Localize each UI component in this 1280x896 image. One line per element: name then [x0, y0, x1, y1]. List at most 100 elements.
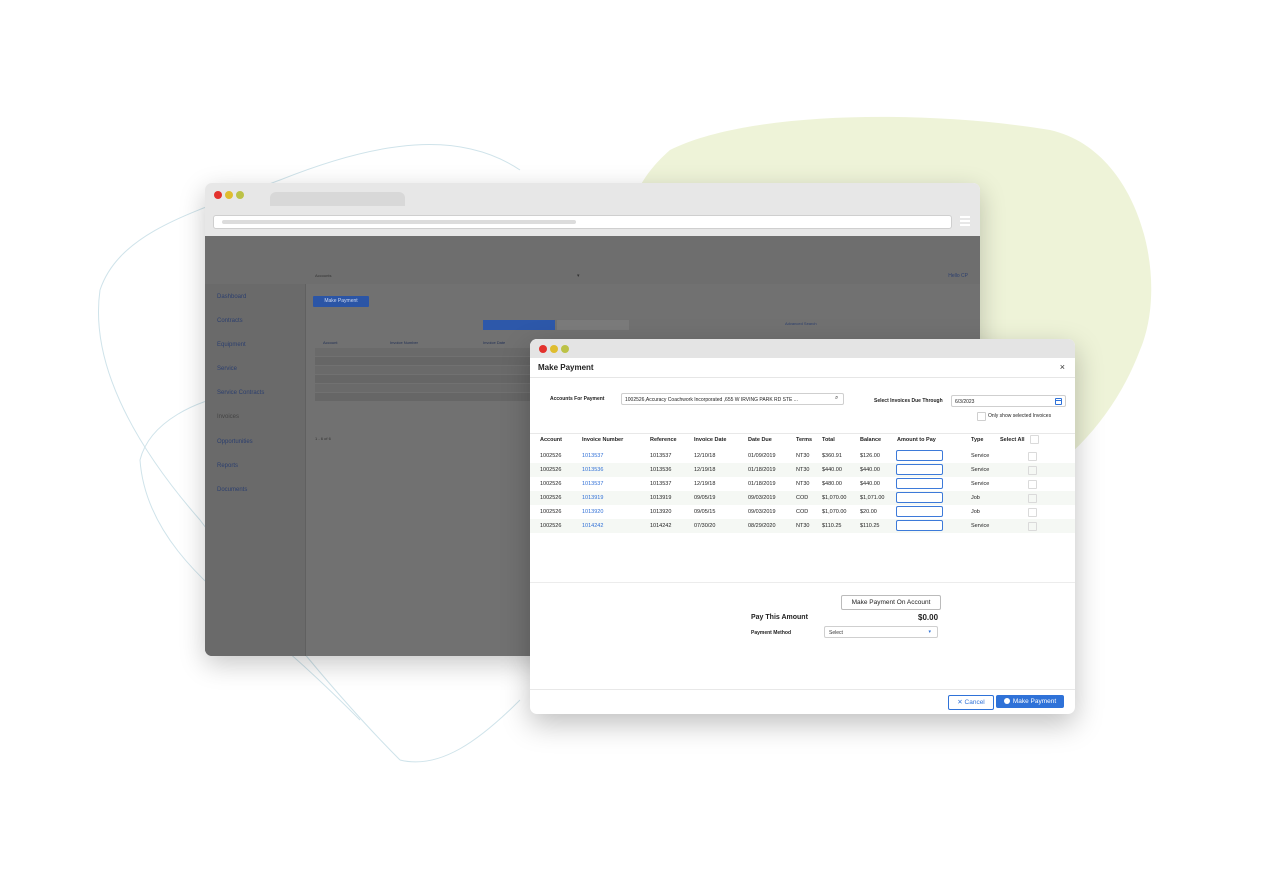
- table-row[interactable]: 1002526 1013536 1013536 12/19/18 01/18/2…: [530, 463, 1075, 477]
- calendar-icon[interactable]: [1055, 398, 1062, 405]
- terms-cell: COD: [796, 509, 809, 515]
- table-row[interactable]: 1002526 1014242 1014242 07/30/20 08/29/2…: [530, 519, 1075, 533]
- close-icon[interactable]: ×: [1060, 362, 1065, 372]
- row-checkbox[interactable]: [1028, 466, 1037, 475]
- terms-cell: NT30: [796, 481, 810, 487]
- row-checkbox[interactable]: [1028, 494, 1037, 503]
- sidebar-item-equipment[interactable]: Equipment: [217, 342, 246, 348]
- view-toggle-open[interactable]: [483, 320, 555, 330]
- payment-method-select[interactable]: Select ▾: [824, 626, 938, 638]
- row-checkbox[interactable]: [1028, 480, 1037, 489]
- column-header-total: Total: [822, 437, 835, 443]
- invoice-date-cell: 09/05/19: [694, 495, 716, 501]
- chevron-down-icon: ▾: [928, 629, 931, 635]
- sidebar-item-dashboard[interactable]: Dashboard: [217, 294, 246, 300]
- payment-method-value: Select: [829, 630, 843, 636]
- payment-icon: [1003, 698, 1010, 704]
- sidebar-item-documents[interactable]: Documents: [217, 487, 247, 493]
- modal-title: Make Payment: [538, 363, 594, 372]
- invoice-link[interactable]: 1013537: [582, 481, 603, 487]
- cancel-label: Cancel: [964, 699, 985, 706]
- column-header-invoice-date: Invoice Date: [694, 437, 727, 443]
- window-chrome: [530, 339, 1075, 358]
- accounts-label: Accounts: [315, 273, 332, 278]
- amount-to-pay-input[interactable]: [896, 506, 943, 517]
- table-row[interactable]: 1002526 1013537 1013537 12/19/18 01/18/2…: [530, 477, 1075, 491]
- user-greeting[interactable]: Hello CP: [948, 273, 968, 279]
- sidebar: Dashboard Contracts Equipment Service Se…: [205, 284, 306, 656]
- select-all-checkbox[interactable]: [1030, 435, 1039, 444]
- table-row[interactable]: 1002526 1013920 1013920 09/05/15 09/03/2…: [530, 505, 1075, 519]
- search-icon[interactable]: ⌕: [835, 395, 838, 402]
- amount-to-pay-input[interactable]: [896, 464, 943, 475]
- total-cell: $1,070.00: [822, 509, 847, 515]
- amount-to-pay-input[interactable]: [896, 520, 943, 531]
- view-toggle-paid[interactable]: [557, 320, 629, 330]
- total-cell: $480.00: [822, 481, 842, 487]
- date-due-cell: 09/03/2019: [748, 509, 776, 515]
- address-bar[interactable]: [213, 215, 952, 229]
- amount-to-pay-input[interactable]: [896, 492, 943, 503]
- amount-to-pay-input[interactable]: [896, 450, 943, 461]
- terms-cell: NT30: [796, 467, 810, 473]
- hamburger-menu-icon[interactable]: [960, 216, 970, 228]
- make-payment-on-account-button[interactable]: Make Payment On Account: [841, 595, 941, 610]
- reference-cell: 1014242: [650, 523, 672, 529]
- minimize-dot-icon[interactable]: [225, 191, 233, 199]
- cancel-button[interactable]: ✕ Cancel: [948, 695, 994, 710]
- browser-chrome: [205, 183, 980, 236]
- maximize-dot-icon[interactable]: [561, 345, 569, 353]
- invoice-date-cell: 12/19/18: [694, 467, 716, 473]
- date-due-cell: 01/18/2019: [748, 467, 776, 473]
- reference-cell: 1013537: [650, 453, 672, 459]
- row-checkbox[interactable]: [1028, 452, 1037, 461]
- chevron-down-icon[interactable]: ▾: [577, 273, 580, 279]
- invoice-link[interactable]: 1013919: [582, 495, 603, 501]
- balance-cell: $20.00: [860, 509, 877, 515]
- due-date-input[interactable]: 6/3/2023: [951, 395, 1066, 407]
- invoice-date-cell: 07/30/20: [694, 523, 716, 529]
- terms-cell: COD: [796, 495, 809, 501]
- sidebar-item-opportunities[interactable]: Opportunities: [217, 439, 253, 445]
- sidebar-item-service-contracts[interactable]: Service Contracts: [217, 390, 264, 396]
- advanced-search-link[interactable]: Advanced Search: [785, 321, 817, 326]
- divider: [530, 433, 1075, 434]
- balance-cell: $110.25: [860, 523, 880, 529]
- invoice-link[interactable]: 1013537: [582, 453, 603, 459]
- minimize-dot-icon[interactable]: [550, 345, 558, 353]
- amount-to-pay-input[interactable]: [896, 478, 943, 489]
- column-header-balance: Balance: [860, 437, 882, 443]
- account-cell: 1002526: [540, 495, 562, 501]
- invoice-link[interactable]: 1013920: [582, 509, 603, 515]
- divider: [530, 582, 1075, 583]
- row-checkbox[interactable]: [1028, 522, 1037, 531]
- invoice-link[interactable]: 1013536: [582, 467, 603, 473]
- close-dot-icon[interactable]: [214, 191, 222, 199]
- close-dot-icon[interactable]: [539, 345, 547, 353]
- invoice-link[interactable]: 1014242: [582, 523, 603, 529]
- make-payment-button[interactable]: Make Payment: [996, 695, 1064, 708]
- reference-cell: 1013536: [650, 467, 672, 473]
- sidebar-item-contracts[interactable]: Contracts: [217, 318, 243, 324]
- row-checkbox[interactable]: [1028, 508, 1037, 517]
- total-cell: $440.00: [822, 467, 842, 473]
- type-cell: Job: [971, 509, 980, 515]
- sidebar-item-service[interactable]: Service: [217, 366, 237, 372]
- sidebar-item-reports[interactable]: Reports: [217, 463, 238, 469]
- reference-cell: 1013537: [650, 481, 672, 487]
- pay-this-amount-value: $0.00: [918, 613, 939, 622]
- accounts-for-payment-input[interactable]: 1002526,Accuracy Coachwork Incorporated …: [621, 393, 844, 405]
- only-selected-checkbox[interactable]: [977, 412, 986, 421]
- reference-cell: 1013919: [650, 495, 672, 501]
- account-cell: 1002526: [540, 453, 562, 459]
- table-row[interactable]: 1002526 1013537 1013537 12/10/18 01/09/2…: [530, 449, 1075, 463]
- background-make-payment-button[interactable]: Make Payment: [313, 296, 369, 307]
- sidebar-item-invoices[interactable]: Invoices: [217, 414, 239, 420]
- table-row[interactable]: 1002526 1013919 1013919 09/05/19 09/03/2…: [530, 491, 1075, 505]
- maximize-dot-icon[interactable]: [236, 191, 244, 199]
- due-date-value: 6/3/2023: [955, 399, 975, 405]
- column-header: Invoice Date: [483, 340, 506, 345]
- select-all-label: Select All: [1000, 437, 1025, 443]
- column-header-amount-to-pay: Amount to Pay: [897, 437, 936, 443]
- browser-tab[interactable]: [270, 192, 405, 206]
